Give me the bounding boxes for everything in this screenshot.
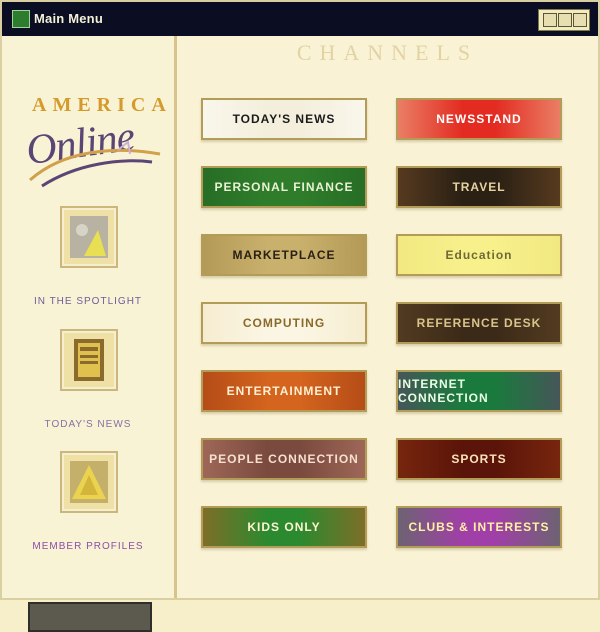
maximize-button[interactable] (558, 13, 572, 27)
spotlight-art (70, 216, 108, 258)
left-sidebar: AMERICA Online IN THE SPOTLIGHT TODAY'S … (2, 36, 177, 632)
america-online-logo[interactable]: AMERICA Online (23, 84, 166, 196)
channel-tile[interactable]: COMPUTING (201, 302, 367, 344)
channel-tile[interactable]: PERSONAL FINANCE (201, 166, 367, 208)
window-controls (538, 9, 590, 31)
channel-tile[interactable]: MARKETPLACE (201, 234, 367, 276)
channel-label: Education (445, 248, 513, 262)
channels-header: CHANNELS (296, 40, 479, 65)
channel-tile[interactable]: ENTERTAINMENT (201, 370, 367, 412)
channel-label: INTERNET CONNECTION (398, 377, 489, 405)
sidebar-bottom-button[interactable] (28, 602, 152, 632)
aol-main-menu-window: Main Menu AMERICA Online IN THE SPOTLIGH… (0, 0, 600, 632)
channel-tile[interactable]: Education (396, 234, 562, 276)
channel-label: MARKETPLACE (232, 248, 336, 262)
channel-tile[interactable]: PEOPLE CONNECTION (201, 438, 367, 480)
channel-tile[interactable]: INTERNET CONNECTION (396, 370, 562, 412)
spotlight-icon (60, 206, 118, 268)
window-titlebar[interactable]: Main Menu (2, 2, 598, 38)
close-button[interactable] (573, 13, 587, 27)
channel-label: PEOPLE CONNECTION (209, 452, 359, 466)
channel-tile[interactable]: TODAY'S NEWS (201, 98, 367, 140)
channel-label: TODAY'S NEWS (232, 112, 336, 126)
channel-label: SPORTS (451, 452, 507, 466)
channel-tile[interactable]: SPORTS (396, 438, 562, 480)
channel-label: CLUBS & INTERESTS (408, 520, 550, 534)
channel-tile[interactable]: KIDS ONLY (201, 506, 367, 548)
news-art (74, 339, 104, 381)
news-icon (60, 329, 118, 391)
channel-label: TRAVEL (452, 180, 506, 194)
channel-tile[interactable]: TRAVEL (396, 166, 562, 208)
sidebar-item-label: IN THE SPOTLIGHT (33, 296, 143, 307)
channels-panel: CHANNELS TODAY'S NEWS NEWSSTAND PERSONAL F… (177, 36, 598, 598)
profiles-art (70, 461, 108, 503)
window-title: Main Menu (34, 11, 103, 26)
sidebar-item-label: MEMBER PROFILES (32, 541, 144, 552)
channel-tile[interactable]: CLUBS & INTERESTS (396, 506, 562, 548)
channel-label: ENTERTAINMENT (226, 384, 342, 398)
profiles-icon (60, 451, 118, 513)
app-icon (12, 10, 30, 28)
channel-label: NEWSSTAND (436, 112, 522, 126)
channel-label: KIDS ONLY (247, 520, 321, 534)
channel-label: PERSONAL FINANCE (214, 180, 354, 194)
sidebar-item-label: TODAY'S NEWS (44, 419, 132, 430)
channel-tile[interactable]: REFERENCE DESK (396, 302, 562, 344)
channel-label: REFERENCE DESK (416, 316, 542, 330)
channel-label: COMPUTING (242, 316, 326, 330)
channel-tile[interactable]: NEWSSTAND (396, 98, 562, 140)
logo-america-text: AMERICA (32, 94, 172, 116)
minimize-button[interactable] (543, 13, 557, 27)
logo-swoosh-icon (29, 140, 161, 188)
